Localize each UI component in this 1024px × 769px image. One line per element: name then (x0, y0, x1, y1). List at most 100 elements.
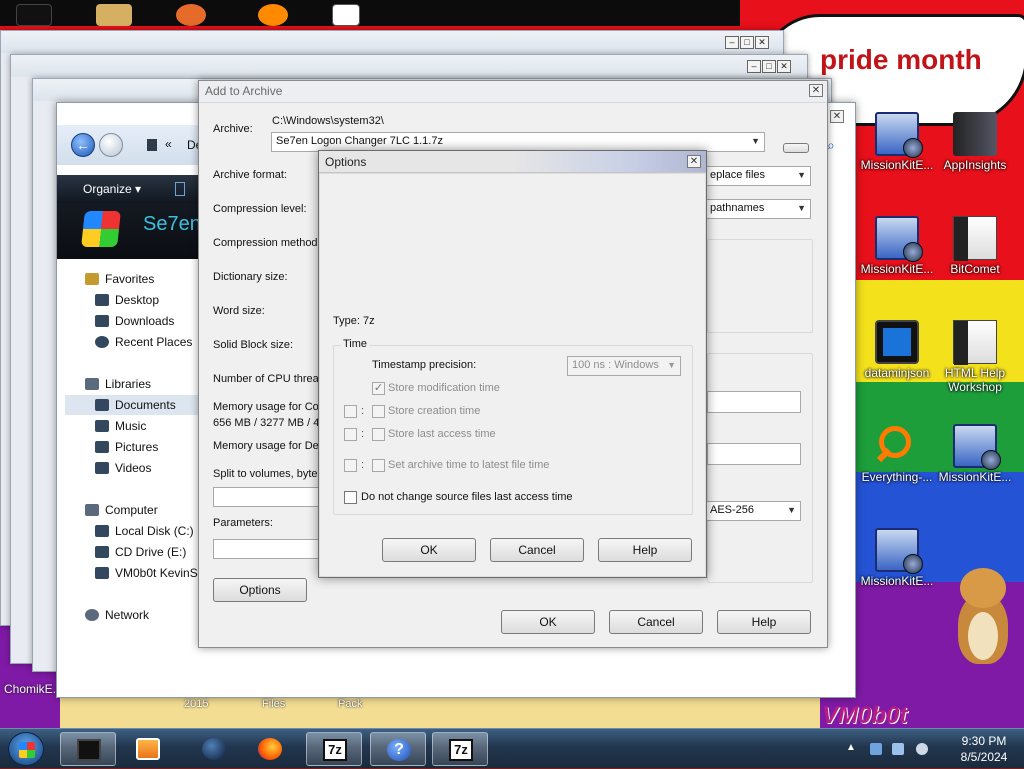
timestamp-precision-combo[interactable]: 100 ns : Windows ▼ (567, 356, 681, 376)
parameters-input[interactable] (213, 539, 323, 559)
desktop-icon-label: HTML Help Workshop (944, 366, 1006, 394)
close-icon: ✕ (755, 36, 769, 49)
folder-icon (147, 139, 157, 151)
store-ctime-override-checkbox[interactable] (344, 405, 357, 418)
desktop-icon-html-help[interactable]: HTML Help Workshop (936, 320, 1014, 394)
cancel-button[interactable]: Cancel (609, 610, 703, 634)
store-atime-checkbox[interactable] (372, 428, 385, 441)
globe-icon (202, 738, 226, 760)
nav-documents[interactable]: Documents (65, 395, 199, 415)
shortcut-top-icon[interactable] (332, 4, 360, 26)
network-icon[interactable] (892, 743, 904, 755)
store-ctime-label: Store creation time (388, 405, 481, 417)
close-icon[interactable]: ✕ (830, 110, 844, 123)
close-icon[interactable]: ✕ (809, 84, 823, 97)
update-mode-combo[interactable]: eplace files ▼ (705, 166, 811, 186)
window-controls[interactable]: – □ ✕ (725, 36, 769, 49)
view-icon[interactable] (175, 182, 185, 196)
store-atime-override-checkbox[interactable] (344, 428, 357, 441)
password-confirm-input[interactable] (707, 443, 801, 465)
desktop-icon-missionkit[interactable]: MissionKitE... (858, 216, 936, 276)
encryption-method-combo[interactable]: AES-256 ▼ (705, 501, 801, 521)
browse-button[interactable] (783, 143, 809, 153)
memory-decompress-label: Memory usage for Dec (213, 440, 325, 452)
hard-drive-icon (95, 525, 109, 537)
no-change-atime-checkbox[interactable] (344, 491, 357, 504)
volume-icon[interactable] (916, 743, 928, 755)
pictures-icon (95, 441, 109, 453)
archive-name-combo[interactable]: Se7en Logon Changer 7LC 1.1.7z ▼ (271, 132, 765, 152)
desktop-icon-missionkit[interactable]: MissionKitE... (936, 424, 1014, 484)
forward-button[interactable] (99, 133, 123, 157)
set-archive-time-checkbox[interactable] (372, 459, 385, 472)
options-dialog[interactable]: Options ✕ Type: 7z Time Timestamp precis… (318, 150, 707, 578)
minimize-icon: – (725, 36, 739, 49)
back-button[interactable]: ← (71, 133, 95, 157)
shortcut-top-icon[interactable] (176, 4, 206, 26)
taskbar-item-media[interactable] (120, 732, 176, 766)
password-input[interactable] (707, 391, 801, 413)
tray-expand-icon[interactable]: ▲ (846, 742, 856, 753)
maximize-icon: □ (740, 36, 754, 49)
taskbar-item-7zip[interactable]: 7z (432, 732, 488, 766)
desktop-icon (95, 294, 109, 306)
desktop-icon-missionkit[interactable]: MissionKitE... (858, 112, 936, 172)
set-archive-time-override-checkbox[interactable] (344, 459, 357, 472)
book-icon (953, 112, 997, 156)
taskbar-item-7zip[interactable]: 7z (306, 732, 362, 766)
start-button[interactable] (8, 732, 44, 766)
desktop-icon-label[interactable]: ChomikE... (4, 682, 63, 696)
window-controls[interactable]: – □ ✕ (747, 60, 791, 73)
taskbar-item-firefox[interactable] (242, 732, 298, 766)
shortcut-top-icon[interactable] (96, 4, 132, 26)
document-icon (953, 216, 997, 261)
no-change-atime-label: Do not change source files last access t… (361, 491, 573, 503)
help-icon: ? (387, 739, 411, 761)
desktop-icon-label: MissionKitE... (938, 470, 1012, 484)
desktop-icon-bitcomet[interactable]: BitComet (936, 216, 1014, 276)
search-icon[interactable]: ⌕ (827, 137, 835, 154)
speech-bubble-text: pride month (820, 44, 982, 75)
close-icon[interactable]: ✕ (687, 155, 701, 168)
shortcut-top-icon[interactable] (16, 4, 52, 26)
taskbar-item-browser[interactable] (186, 732, 242, 766)
options-button[interactable]: Options (213, 578, 307, 602)
store-ctime-checkbox[interactable] (372, 405, 385, 418)
separator-colon: : (361, 428, 365, 440)
time-group-title: Time (341, 338, 370, 350)
ok-button[interactable]: OK (501, 610, 595, 634)
clock-date: 8/5/2024 (960, 750, 1008, 764)
explorer-address-bar[interactable]: ← « De (57, 125, 217, 165)
help-button[interactable]: Help (717, 610, 811, 634)
help-button[interactable]: Help (598, 538, 692, 562)
maximize-icon: □ (762, 60, 776, 73)
split-volumes-input[interactable] (213, 487, 323, 507)
store-atime-label: Store last access time (388, 428, 496, 440)
options-panel: Type: 7z Time Timestamp precision: 100 n… (319, 173, 706, 577)
dialog-title: Add to Archive (205, 84, 283, 98)
clock[interactable]: 9:30 PM 8/5/2024 (944, 733, 1024, 765)
ok-button[interactable]: OK (382, 538, 476, 562)
tray-app-icon[interactable] (870, 743, 882, 755)
store-mtime-checkbox[interactable]: ✓ (372, 382, 385, 395)
desktop-icon-datamin[interactable]: dataminjson (858, 320, 936, 380)
desktop-icon-appinsights[interactable]: AppInsights (936, 112, 1014, 172)
taskbar-item-help[interactable]: ? (370, 732, 426, 766)
organize-button[interactable]: Organize ▾ (83, 182, 141, 196)
split-volumes-label: Split to volumes, bytes (213, 468, 324, 480)
desktop-icon-everything[interactable]: Everything-... (858, 424, 936, 484)
path-mode-combo[interactable]: pathnames ▼ (705, 199, 811, 219)
taskbar: 7z ? 7z ▲ 9:30 PM 8/5/2024 (0, 728, 1024, 768)
dictionary-size-label: Dictionary size: (213, 271, 288, 283)
desktop-icon-missionkit[interactable]: MissionKitE... (858, 528, 936, 588)
computer-icon (85, 504, 99, 516)
desktop-icon-label: BitComet (950, 262, 1000, 276)
parameters-label: Parameters: (213, 517, 273, 529)
shortcut-top-icon[interactable] (258, 4, 288, 26)
cancel-button[interactable]: Cancel (490, 538, 584, 562)
taskbar-item-explorer[interactable] (60, 732, 116, 766)
archive-type-label: Type: 7z (333, 315, 375, 327)
star-icon (85, 273, 99, 285)
close-icon: ✕ (777, 60, 791, 73)
search-icon (875, 424, 919, 468)
